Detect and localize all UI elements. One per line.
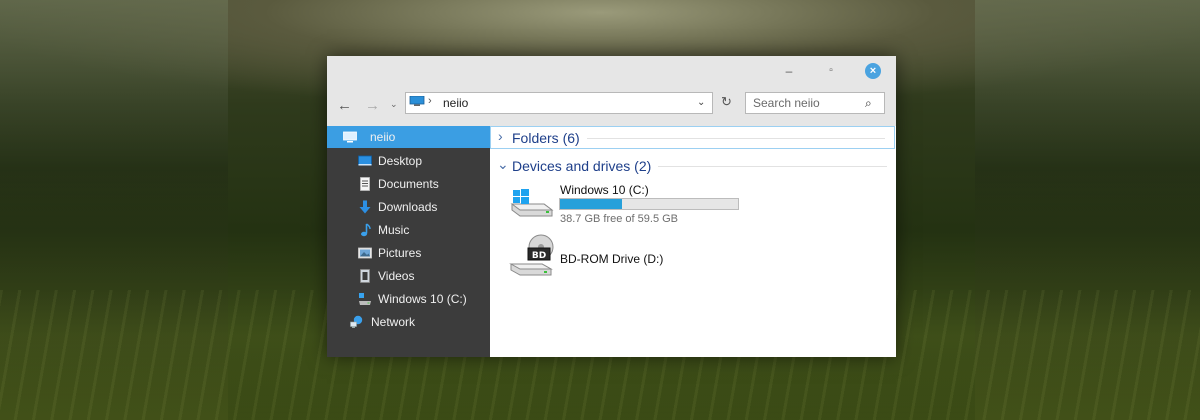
- sidebar-item-this-pc[interactable]: neiio: [327, 126, 490, 148]
- bd-label: BD: [532, 251, 546, 261]
- drive-name: Windows 10 (C:): [560, 183, 649, 197]
- back-arrow-icon[interactable]: ←: [337, 97, 352, 114]
- address-dropdown-icon[interactable]: ⌄: [697, 97, 705, 108]
- group-expand-chevron-icon[interactable]: ›: [498, 128, 503, 144]
- group-title: Folders (6): [512, 130, 580, 146]
- sidebar-item-label: Network: [371, 315, 416, 329]
- downloads-icon: [359, 200, 371, 214]
- sidebar-item-label: Videos: [378, 269, 415, 283]
- navigation-pane: neiio Desktop Documents Downloads Music …: [327, 126, 490, 357]
- address-bar[interactable]: › neiio ⌄: [405, 92, 713, 114]
- network-icon: [350, 315, 363, 328]
- group-title: Devices and drives (2): [512, 158, 652, 174]
- drive-free-space: 38.7 GB free of 59.5 GB: [560, 213, 679, 225]
- sidebar-item-label: Desktop: [378, 154, 423, 168]
- group-header-folders[interactable]: › Folders (6): [490, 126, 895, 149]
- sidebar-item-videos[interactable]: Videos: [327, 265, 490, 287]
- title-bar[interactable]: – ▫ ×: [327, 56, 896, 86]
- bd-rom-drive-icon: BD: [509, 234, 554, 276]
- minimize-button[interactable]: –: [779, 62, 799, 80]
- sidebar-item-label: Documents: [378, 177, 439, 191]
- breadcrumb-location[interactable]: neiio: [443, 96, 468, 110]
- computer-icon: [343, 131, 357, 143]
- drive-usage-bar: [559, 198, 739, 210]
- drive-name: BD-ROM Drive (D:): [560, 252, 664, 266]
- breadcrumb-separator: ›: [428, 95, 432, 107]
- content-pane: › Folders (6) ⌄ Devices and drives (2) W…: [490, 126, 896, 357]
- close-button[interactable]: ×: [865, 63, 881, 79]
- music-icon: [361, 223, 371, 237]
- refresh-icon[interactable]: ↻: [721, 94, 732, 110]
- pictures-icon: [358, 247, 372, 259]
- search-input[interactable]: Search neiio ⌕: [745, 92, 885, 114]
- desktop-icon: [358, 155, 372, 166]
- group-divider: [658, 166, 887, 167]
- sidebar-item-windows-drive[interactable]: Windows 10 (C:): [327, 288, 490, 310]
- forward-arrow-icon[interactable]: →: [365, 97, 380, 114]
- maximize-button[interactable]: ▫: [821, 62, 841, 80]
- search-placeholder: Search neiio: [753, 96, 820, 110]
- sidebar-item-music[interactable]: Music: [327, 219, 490, 241]
- sidebar-item-downloads[interactable]: Downloads: [327, 196, 490, 218]
- sidebar-item-documents[interactable]: Documents: [327, 173, 490, 195]
- drive-usage-fill: [560, 199, 623, 209]
- documents-icon: [360, 177, 370, 191]
- windows-drive-icon: [510, 189, 554, 217]
- sidebar-item-label: neiio: [370, 130, 396, 144]
- sidebar-item-network[interactable]: Network: [327, 311, 490, 333]
- address-toolbar: ← → ⌄ › neiio ⌄ ↻ Search neiio ⌕: [327, 86, 896, 126]
- sidebar-item-label: Music: [378, 223, 410, 237]
- sidebar-item-label: Windows 10 (C:): [378, 292, 467, 306]
- search-icon[interactable]: ⌕: [865, 96, 872, 111]
- drive-icon: [359, 293, 371, 305]
- sidebar-item-desktop[interactable]: Desktop: [327, 150, 490, 172]
- sidebar-item-pictures[interactable]: Pictures: [327, 242, 490, 264]
- file-explorer-window: – ▫ × ← → ⌄ › neiio ⌄ ↻ Search neiio ⌕ n…: [327, 56, 896, 357]
- videos-icon: [360, 269, 370, 283]
- group-divider: [587, 138, 885, 139]
- recent-locations-chevron-icon[interactable]: ⌄: [390, 99, 398, 110]
- computer-icon: [409, 96, 425, 106]
- sidebar-item-label: Pictures: [378, 246, 422, 260]
- sidebar-item-label: Downloads: [378, 200, 438, 214]
- group-collapse-chevron-icon[interactable]: ⌄: [497, 156, 509, 173]
